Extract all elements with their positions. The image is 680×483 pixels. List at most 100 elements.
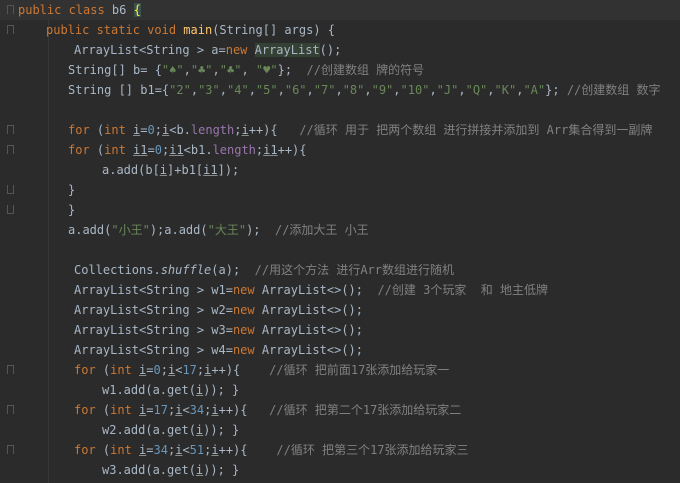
- code-token: main: [183, 23, 213, 37]
- code-token: ,: [487, 83, 495, 97]
- code-token: =: [140, 123, 148, 137]
- code-token: 0: [147, 123, 155, 137]
- code-line[interactable]: ArrayList<String > w1=new ArrayList<>();…: [0, 280, 680, 300]
- code-token: length: [212, 143, 256, 157]
- code-token: "9": [371, 83, 394, 97]
- code-text: for (int i=0;i<b.length;i++){ //循环 用于 把两…: [68, 120, 652, 140]
- fold-toggle-icon[interactable]: [7, 125, 14, 134]
- fold-toggle-icon[interactable]: [7, 365, 14, 374]
- code-token: "大王": [207, 223, 247, 237]
- code-text: Collections.shuffle(a); //用这个方法 进行Arr数组进…: [74, 260, 454, 280]
- code-token: i: [211, 403, 219, 417]
- fold-toggle-icon[interactable]: [7, 445, 14, 454]
- code-token: length: [190, 123, 235, 137]
- code-token: "J": [436, 83, 459, 97]
- code-token: "Q": [465, 83, 488, 97]
- code-token: "3": [198, 83, 220, 97]
- code-line[interactable]: for (int i=0;i<17;i++){ //循环 把前面17张添加给玩家…: [0, 360, 680, 380]
- code-token: //创建数组 数字: [566, 83, 661, 97]
- code-token: i1: [263, 143, 278, 157]
- fold-toggle-icon[interactable]: [7, 145, 14, 154]
- code-token: ArrayList<>();: [261, 343, 364, 357]
- code-token: ArrayList<String > w1=: [74, 283, 233, 297]
- code-line[interactable]: for (int i1=0;i1<b1.length;i1++){: [0, 140, 680, 160]
- code-line[interactable]: w2.add(a.get(i)); }: [0, 420, 680, 440]
- code-token: "A": [523, 83, 546, 97]
- code-text: }: [68, 180, 75, 200]
- code-token: "4": [227, 83, 249, 97]
- code-line[interactable]: ArrayList<String > w3=new ArrayList<>();: [0, 320, 680, 340]
- code-token: i: [159, 163, 168, 177]
- code-token: <: [182, 443, 190, 457]
- code-token: ArrayList<String > a=: [74, 43, 226, 57]
- code-text: ArrayList<String > w3=new ArrayList<>();: [74, 320, 363, 340]
- fold-toggle-icon[interactable]: [7, 5, 14, 14]
- code-line[interactable]: Collections.shuffle(a); //用这个方法 进行Arr数组进…: [0, 260, 680, 280]
- code-line[interactable]: String[] b= {"♠","♣","♣", "♥"}; //创建数组 牌…: [0, 60, 680, 80]
- code-token: <b.: [169, 123, 191, 137]
- code-token: i1: [169, 143, 184, 157]
- code-token: "♥": [255, 63, 278, 77]
- code-line[interactable]: for (int i=0;i<b.length;i++){ //循环 用于 把两…: [0, 120, 680, 140]
- code-text: }: [68, 200, 75, 220]
- code-token: )); }: [203, 423, 240, 437]
- code-line[interactable]: w1.add(a.get(i)); }: [0, 380, 680, 400]
- code-token: =: [146, 403, 154, 417]
- code-token: //添加大王 小王: [274, 223, 369, 237]
- code-token: ,: [183, 63, 191, 77]
- code-token: ;: [154, 123, 162, 137]
- code-line[interactable]: public class b6 {: [0, 0, 680, 20]
- code-token: 51: [189, 443, 205, 457]
- code-token: ,: [190, 83, 199, 97]
- code-text: a.add(b[i]+b1[i1]);: [102, 160, 239, 180]
- code-token: );: [246, 223, 275, 237]
- code-line[interactable]: a.add(b[i]+b1[i1]);: [0, 160, 680, 180]
- code-token: a.add(: [68, 223, 112, 237]
- code-text: w2.add(a.get(i)); }: [102, 420, 239, 440]
- code-line[interactable]: ArrayList<String > w4=new ArrayList<>();: [0, 340, 680, 360]
- code-token: new: [232, 283, 262, 297]
- code-token: );a.add(: [149, 223, 208, 237]
- code-line[interactable]: a.add("小王");a.add("大王"); //添加大王 小王: [0, 220, 680, 240]
- fold-toggle-icon[interactable]: [7, 25, 14, 34]
- code-token: "6": [284, 83, 307, 97]
- code-token: ,: [306, 83, 314, 97]
- code-token: "8": [342, 83, 365, 97]
- code-token: };: [277, 63, 307, 77]
- code-line[interactable]: public static void main(String[] args) {: [0, 20, 680, 40]
- code-token: "K": [494, 83, 517, 97]
- code-line[interactable]: w3.add(a.get(i)); }: [0, 460, 680, 480]
- code-line[interactable]: }: [0, 180, 680, 200]
- code-token: w2.add(a.get(: [102, 423, 196, 437]
- code-line[interactable]: }: [0, 200, 680, 220]
- code-token: ArrayList<String > w3=: [74, 323, 233, 337]
- code-token: new: [232, 343, 262, 357]
- code-token: 34: [153, 443, 168, 457]
- code-editor[interactable]: public class b6 {public static void main…: [0, 0, 680, 483]
- code-token: b6: [111, 3, 134, 17]
- code-token: new: [225, 43, 255, 57]
- code-token: //循环 把第二个17张添加给玩家二: [269, 403, 462, 417]
- code-line[interactable]: for (int i=34;i<51;i++){ //循环 把第三个17张添加给…: [0, 440, 680, 460]
- code-line[interactable]: String [] b1={"2","3","4","5","6","7","8…: [0, 80, 680, 100]
- code-line[interactable]: ArrayList<String > w2=new ArrayList<>();: [0, 300, 680, 320]
- code-line[interactable]: [0, 240, 680, 260]
- code-token: new: [232, 303, 262, 317]
- code-text: ArrayList<String > a=new ArrayList();: [74, 40, 341, 60]
- code-line[interactable]: for (int i=17;i<34;i++){ //循环 把第二个17张添加给…: [0, 400, 680, 420]
- code-token: "♠": [161, 63, 184, 77]
- fold-toggle-icon[interactable]: [7, 405, 14, 414]
- code-token: ArrayList<>();: [261, 323, 364, 337]
- code-token: =: [147, 143, 155, 157]
- code-line[interactable]: ArrayList<String > a=new ArrayList();: [0, 40, 680, 60]
- code-line[interactable]: [0, 100, 680, 120]
- fold-toggle-icon[interactable]: [7, 205, 14, 214]
- code-token: (a);: [211, 263, 255, 277]
- code-token: ++){: [277, 143, 307, 157]
- code-token: ArrayList<>();: [261, 303, 364, 317]
- code-token: //循环 把前面17张添加给玩家一: [269, 363, 450, 377]
- code-token: {: [133, 3, 141, 17]
- code-token: i: [211, 443, 219, 457]
- code-token: i1: [133, 143, 148, 157]
- fold-toggle-icon[interactable]: [7, 185, 14, 194]
